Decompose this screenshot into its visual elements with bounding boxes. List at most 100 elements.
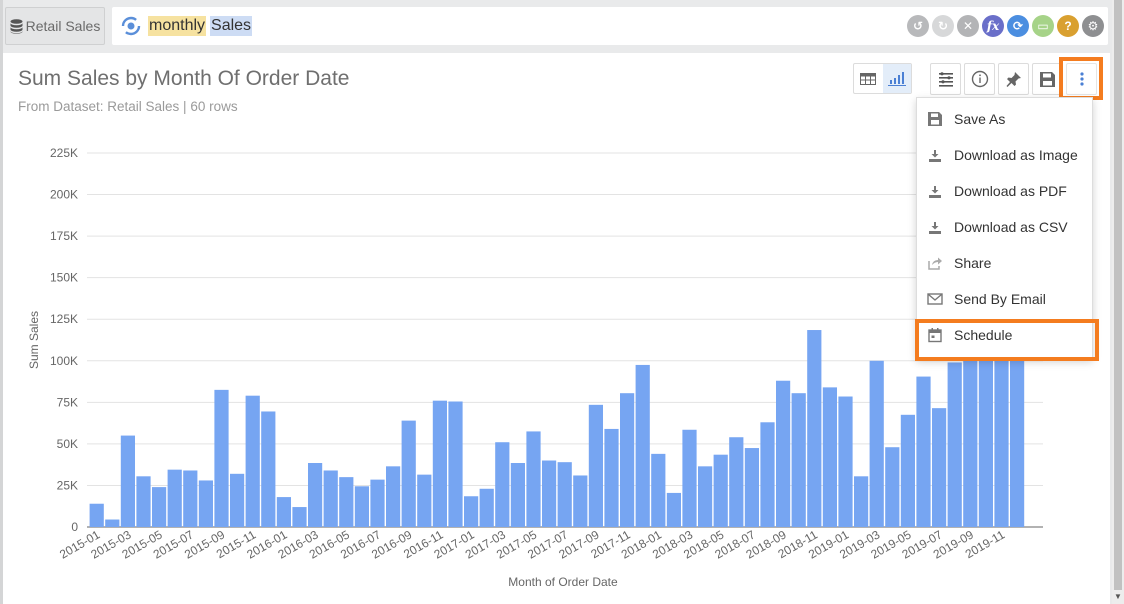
menu-item-send-by-email[interactable]: Send By Email	[917, 281, 1092, 317]
bar-2016-12[interactable]	[448, 401, 463, 527]
bar-2019-02[interactable]	[854, 476, 869, 527]
bar-2019-07[interactable]	[932, 408, 947, 527]
bar-2017-04[interactable]	[510, 463, 525, 527]
scrollbar[interactable]	[1112, 0, 1124, 604]
bar-2019-10[interactable]	[978, 347, 993, 527]
bar-2017-02[interactable]	[479, 488, 494, 527]
bar-2016-11[interactable]	[432, 400, 447, 527]
settings-icon[interactable]: ⚙	[1082, 15, 1104, 37]
bar-2015-04[interactable]	[136, 476, 151, 527]
x-tick-label: 2017-11	[588, 527, 633, 561]
y-tick-label: 25K	[57, 478, 78, 492]
undo-icon[interactable]: ↺	[907, 15, 929, 37]
x-tick-label: 2015-03	[88, 527, 133, 561]
bar-2019-12[interactable]	[1010, 352, 1025, 527]
search-token-monthly[interactable]: monthly	[148, 16, 207, 36]
search-bar[interactable]: monthly Sales ↺ ↻ ✕ fx ⟳ ▭? ⚙	[112, 7, 1108, 45]
bar-2015-03[interactable]	[120, 435, 135, 527]
bar-2019-04[interactable]	[885, 447, 900, 527]
menu-item-download-as-pdf[interactable]: Download as PDF	[917, 173, 1092, 209]
menu-item-share[interactable]: Share	[917, 245, 1092, 281]
bar-2018-05[interactable]	[713, 454, 728, 527]
bar-2017-09[interactable]	[588, 404, 603, 527]
bar-2019-06[interactable]	[916, 376, 931, 527]
chart-settings-button[interactable]	[930, 63, 961, 95]
bar-2019-09[interactable]	[963, 350, 978, 527]
bar-2019-01[interactable]	[838, 396, 853, 527]
bar-2016-01[interactable]	[276, 497, 291, 527]
bar-2016-05[interactable]	[339, 477, 354, 527]
bar-2016-06[interactable]	[354, 486, 369, 527]
bar-2015-08[interactable]	[198, 480, 213, 527]
dataset-label: Retail Sales	[25, 18, 101, 34]
info-button[interactable]	[964, 63, 995, 95]
menu-item-download-as-image[interactable]: Download as Image	[917, 137, 1092, 173]
bar-2017-12[interactable]	[635, 364, 650, 527]
bar-2019-11[interactable]	[994, 344, 1009, 527]
x-tick-label: 2019-09	[931, 527, 976, 561]
bar-2015-09[interactable]	[214, 389, 229, 527]
bar-2015-11[interactable]	[245, 395, 260, 527]
bar-2018-04[interactable]	[698, 466, 713, 527]
bar-2015-06[interactable]	[167, 469, 182, 527]
bar-2019-08[interactable]	[947, 362, 962, 527]
bar-2016-02[interactable]	[292, 507, 307, 527]
bar-2018-08[interactable]	[760, 422, 775, 527]
chart-view-button[interactable]	[882, 64, 911, 93]
bar-2018-06[interactable]	[729, 437, 744, 527]
redo-icon[interactable]: ↻	[932, 15, 954, 37]
bar-2016-10[interactable]	[417, 474, 432, 527]
folder-icon[interactable]: ▭	[1032, 15, 1054, 37]
bar-2015-07[interactable]	[183, 470, 198, 527]
bar-2017-06[interactable]	[542, 460, 557, 527]
top-bar: Retail Sales monthly Sales ↺ ↻ ✕ fx ⟳ ▭? ⚙	[0, 0, 1110, 48]
bar-2018-01[interactable]	[651, 453, 666, 527]
bar-2018-12[interactable]	[822, 387, 837, 527]
bar-2018-09[interactable]	[776, 380, 791, 527]
bar-2015-02[interactable]	[105, 519, 120, 527]
bar-2016-04[interactable]	[323, 470, 338, 527]
bar-2017-03[interactable]	[495, 442, 510, 527]
download-icon	[929, 222, 941, 234]
help-icon[interactable]: ?	[1057, 15, 1079, 37]
bar-2018-11[interactable]	[807, 330, 822, 527]
x-tick-label: 2017-01	[432, 527, 477, 561]
database-icon	[10, 18, 23, 34]
refresh-icon[interactable]: ⟳	[1007, 15, 1029, 37]
bar-2018-03[interactable]	[682, 429, 697, 527]
bar-2015-10[interactable]	[230, 473, 245, 527]
bar-2016-07[interactable]	[370, 479, 385, 527]
bar-2017-11[interactable]	[620, 393, 635, 527]
bar-2015-01[interactable]	[89, 503, 104, 527]
clear-icon[interactable]: ✕	[957, 15, 979, 37]
menu-item-download-as-csv[interactable]: Download as CSV	[917, 209, 1092, 245]
pin-button[interactable]	[998, 63, 1029, 95]
bar-2015-12[interactable]	[261, 411, 276, 527]
bar-2018-07[interactable]	[744, 448, 759, 527]
scrollbar-thumb[interactable]	[1114, 0, 1122, 590]
y-tick-label: 50K	[57, 437, 78, 451]
scroll-down-arrow[interactable]: ▼	[1114, 592, 1122, 601]
bar-2017-07[interactable]	[557, 462, 572, 527]
bar-2016-08[interactable]	[386, 466, 401, 527]
x-tick-label: 2017-03	[463, 527, 508, 561]
y-tick-label: 0	[71, 520, 78, 534]
bar-2018-10[interactable]	[791, 393, 806, 527]
bar-2018-02[interactable]	[666, 492, 681, 527]
bar-2019-03[interactable]	[869, 360, 884, 527]
bar-2017-01[interactable]	[464, 496, 479, 527]
download-icon	[929, 150, 941, 162]
dataset-button[interactable]: Retail Sales	[5, 7, 105, 45]
table-view-button[interactable]	[854, 64, 883, 93]
bar-2017-05[interactable]	[526, 431, 541, 527]
bar-2019-05[interactable]	[900, 414, 915, 527]
formula-icon[interactable]: fx	[982, 15, 1004, 37]
bar-2017-10[interactable]	[604, 428, 619, 527]
x-tick-label: 2016-05	[307, 527, 352, 561]
bar-2017-08[interactable]	[573, 475, 588, 527]
bar-2015-05[interactable]	[152, 487, 167, 527]
search-token-sales[interactable]: Sales	[210, 16, 253, 36]
bar-2016-09[interactable]	[401, 420, 416, 527]
menu-item-save-as[interactable]: Save As	[917, 101, 1092, 137]
bar-2016-03[interactable]	[308, 463, 323, 527]
